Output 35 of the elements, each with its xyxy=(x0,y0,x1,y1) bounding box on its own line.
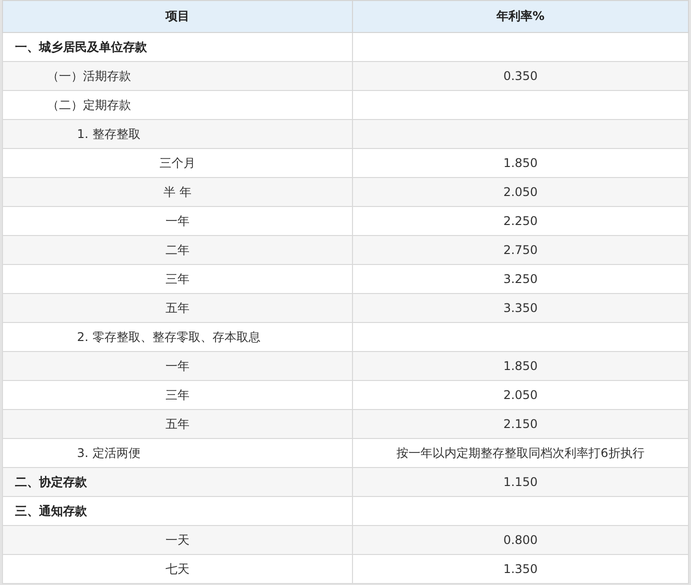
table-cell: （一）活期存款 xyxy=(47,68,131,82)
table-cell: 1.150 xyxy=(503,475,538,489)
table-cell: 三、通知存款 xyxy=(15,504,87,518)
table-cell: 2.050 xyxy=(503,185,538,199)
table-cell: 一年 xyxy=(166,214,190,228)
table-cell: 1.850 xyxy=(503,359,538,373)
table-cell: 1.350 xyxy=(503,562,538,576)
table-cell: 2. 零存整取、整存零取、存本取息 xyxy=(77,330,260,344)
table-cell: 0.800 xyxy=(503,533,538,547)
table-cell: 2.050 xyxy=(503,388,538,402)
table-cell: 一年 xyxy=(166,358,190,372)
table-cell: 1.850 xyxy=(503,156,538,170)
table-cell: 五年 xyxy=(166,300,190,314)
table-cell: 1. 整存整取 xyxy=(77,126,140,140)
table-cell: 七天 xyxy=(166,562,190,576)
table-cell: （二）定期存款 xyxy=(47,98,131,112)
column-header: 项目 xyxy=(2,0,352,32)
table-cell: 0.350 xyxy=(503,69,538,83)
table-cell: 三个月 xyxy=(160,156,196,170)
table-cell: 三年 xyxy=(166,272,190,286)
table-cell: 2.750 xyxy=(503,243,538,257)
table-cell: 三年 xyxy=(166,388,190,402)
table-cell: 二年 xyxy=(166,242,190,256)
column-header: 年利率% xyxy=(352,0,688,32)
table-cell: 二、协定存款 xyxy=(15,474,87,488)
table-cell: 3.250 xyxy=(503,272,538,286)
table-cell: 3.350 xyxy=(503,301,538,315)
table-cell: 3. 定活两便 xyxy=(77,446,140,460)
table-cell: 2.150 xyxy=(503,417,538,431)
table-cell: 按一年以内定期整存整取同档次利率打6折执行 xyxy=(396,446,644,460)
table-cell: 五年 xyxy=(166,416,190,430)
table-cell: 半 年 xyxy=(164,184,192,198)
table-cell: 一、城乡居民及单位存款 xyxy=(15,40,147,54)
table-cell: 一天 xyxy=(166,532,190,546)
table-cell: 2.250 xyxy=(503,214,538,228)
